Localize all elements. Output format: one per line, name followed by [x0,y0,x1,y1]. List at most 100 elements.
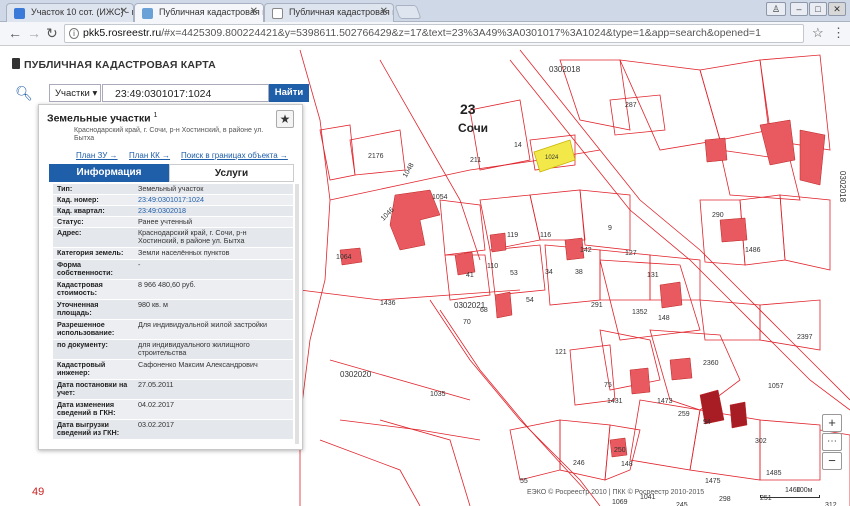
find-button[interactable]: Найти [269,84,309,102]
layer-select[interactable]: Участки ▾ [49,84,101,102]
attribute-value: для индивидуального жилищного строительс… [138,340,250,357]
parcel-label: 131 [647,272,659,279]
close-window-button[interactable]: ✕ [828,2,846,16]
parcel-label: 121 [555,349,567,356]
attribute-row: Дата изменения сведений в ГКН: 04.02.2017 [53,400,293,420]
attribute-value: - [138,260,141,269]
parcel-label: 259 [678,411,690,418]
attribute-row: Разрешенное использование: Для индивидуал… [53,320,293,340]
parcel-label: 127 [625,250,637,257]
browser-tab-2[interactable]: Публичная кадастровая к ✕ [134,3,264,22]
reload-icon[interactable]: ↻ [46,25,58,41]
parcel-info-panel: Земельные участки 1 ★ Краснодарский край… [38,104,303,450]
layer-select-value: Участки [55,88,90,99]
close-icon[interactable]: ✕ [250,6,258,17]
parcel-label: 14 [514,142,522,149]
site-favicon-icon [14,8,25,19]
attribute-row: по документу: для индивидуального жилищно… [53,340,293,360]
zoom-in-button[interactable]: + [822,414,842,432]
parcel-label: 1431 [607,398,623,405]
panel-heading-text: Земельные участки [47,112,151,125]
result-count: 1 [153,112,158,119]
parcel-label: 34 [545,269,553,276]
more-options-button[interactable]: ⋯ [822,433,842,451]
attribute-value[interactable]: 23:49:0302018 [138,207,288,215]
search-in-bounds-link[interactable]: Поиск в границах объекта → [181,151,288,160]
url-path: /#x=4425309.800224421&y=5398611.50276642… [161,27,761,39]
browser-tab-bar: Участок 10 сот. (ИЖС) - в ✕ Публичная ка… [0,0,850,22]
city-label: Сочи [458,121,489,135]
new-tab-button[interactable] [394,5,422,19]
search-input[interactable] [102,84,269,102]
attribute-row: Дата выгрузки сведений из ГКН: 03.02.2017 [53,420,293,440]
attribute-label: Кад. квартал: [57,206,105,215]
parcel-label: 1486 [745,247,761,254]
browser-tab-1[interactable]: Участок 10 сот. (ИЖС) - в ✕ [6,3,134,22]
close-icon[interactable]: ✕ [380,6,388,17]
close-icon[interactable]: ✕ [120,6,128,17]
attribute-value: 27.05.2011 [138,380,174,389]
maximize-button[interactable]: □ [809,2,827,16]
attribute-row: Уточненная площадь: 980 кв. м [53,300,293,320]
tab-services[interactable]: Услуги [169,164,294,182]
quarter-label: 0302018 [549,65,581,74]
scale-bar [760,495,820,498]
forward-arrow-icon[interactable]: → [27,25,41,41]
parcel-label: 287 [625,102,637,109]
attribute-row: Кад. номер: 23:49:0301017:1024 [53,195,293,206]
parcel-label: 2397 [797,334,813,341]
parcel-boundaries [299,49,850,506]
attribute-row: Дата постановки на учет: 27.05.2011 [53,380,293,400]
attribute-value: Земельный участок [138,184,204,193]
plan-zu-link[interactable]: План ЗУ → [76,151,118,160]
app-title-text: ПУБЛИЧНАЯ КАДАСТРОВАЯ КАРТА [24,59,216,71]
quarter-label: 0302018 [838,170,848,203]
attribute-label: по документу: [57,340,108,349]
parcel-label: 142 [580,247,592,254]
zoom-out-button[interactable]: − [822,452,842,470]
attribute-row: Тип: Земельный участок [53,184,293,195]
parcel-label: 250 [614,447,626,454]
parcel-label: 2360 [703,360,719,367]
parcel-label: 1069 [612,499,628,506]
attribute-label: Адрес: [57,228,82,237]
parcel-label: 1064 [336,254,352,261]
scale-label: 100м [796,487,813,494]
panel-scrollbar[interactable] [295,184,299,444]
app-title: ПУБЛИЧНАЯ КАДАСТРОВАЯ КАРТА [12,58,216,71]
attribute-value: Для индивидуальной жилой застройки [138,320,268,329]
parcel-label: 148 [658,315,670,322]
parcel-label: 148 [621,461,633,468]
address-snippet: Краснодарский край, г. Сочи, р-н Хостинс… [74,127,264,142]
parcel-label: 53 [510,270,518,277]
attribute-label: Дата изменения сведений в ГКН: [57,400,116,417]
parcel-label: 110 [487,263,499,270]
bookmark-star-icon[interactable]: ☆ [812,25,824,41]
menu-icon[interactable]: ⋮ [832,25,845,41]
back-arrow-icon[interactable]: ← [8,25,22,41]
minimize-button[interactable]: – [790,2,808,16]
attribute-label: Кадастровая стоимость: [57,280,103,297]
tab-information[interactable]: Информация [49,164,169,182]
attribute-row: Кадастровая стоимость: 8 966 480,60 руб. [53,280,293,300]
parcel-label: 55 [520,478,528,485]
browser-tab-3[interactable]: Публичная кадастровая к ✕ [264,3,394,22]
address-bar[interactable]: i pkk5.rosreestr.ru/#x=4425309.800224421… [64,24,804,43]
attribute-row: Категория земель: Земли населённых пункто… [53,248,293,260]
search-icon[interactable]: 🔍︎ [12,83,36,103]
attribute-label: Категория земель: [57,248,124,257]
attribute-value: 03.02.2017 [138,420,174,429]
parcel-label: 9 [608,225,612,232]
plan-kk-link[interactable]: План КК → [129,151,170,160]
attribute-label: Форма собственности: [57,260,113,277]
user-icon[interactable]: ♙ [766,2,786,16]
attribute-value[interactable]: 23:49:0301017:1024 [138,196,288,204]
attribute-label: Тип: [57,184,73,193]
pkk-logo-icon [12,58,20,69]
info-icon[interactable]: i [69,28,79,39]
map-attribution: ЕЭКО © Росреестр 2010 | ПКК © Росреестр … [527,489,705,496]
parcel-label: 211 [470,157,482,164]
favorite-star-icon[interactable]: ★ [276,110,294,128]
parcel-label: 291 [591,302,603,309]
parcel-label: 1054 [432,194,448,201]
